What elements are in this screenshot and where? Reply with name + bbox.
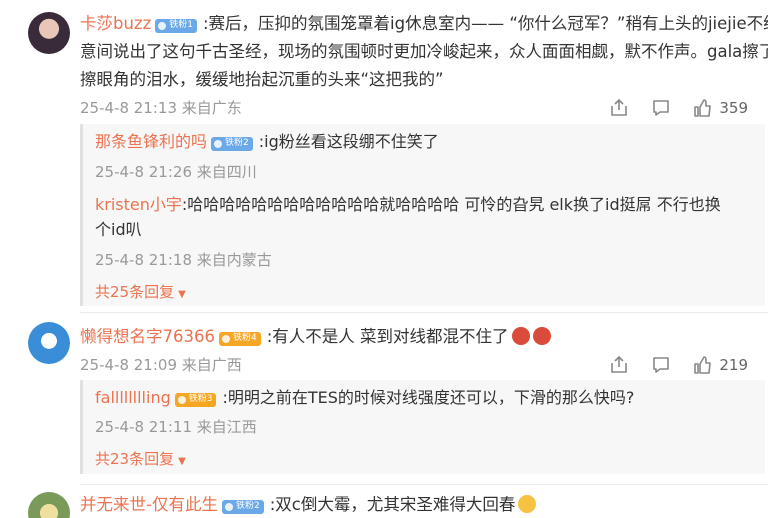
more-replies-label: 共25条回复	[95, 283, 175, 301]
comment-text-line: 并无来世-仅有此生 铁粉2 :双c倒大霉，尤其宋圣难得大回春	[80, 492, 537, 517]
share-icon[interactable]	[609, 355, 629, 375]
share-icon[interactable]	[609, 98, 629, 118]
reply-text: :哈哈哈哈哈哈哈哈哈哈哈哈就哈哈哈哈 可怜的旮旯 elk换了id挺屌 不行也换	[181, 195, 721, 214]
divider	[80, 484, 768, 485]
comment-username[interactable]: 懒得想名字76366	[80, 327, 215, 346]
more-replies-link[interactable]: 共23条回复 ▼	[95, 448, 186, 469]
chevron-down-icon: ▼	[178, 456, 186, 467]
chevron-down-icon: ▼	[178, 289, 186, 300]
more-replies-label: 共23条回复	[95, 450, 175, 468]
reply-username[interactable]: kristen小宇	[95, 195, 182, 214]
like-icon[interactable]	[693, 355, 713, 375]
fan-badge: 铁粉3	[174, 393, 217, 407]
comment-username[interactable]: 并无来世-仅有此生	[80, 495, 218, 514]
reply-list: 那条鱼锋利的吗 铁粉2 :ig粉丝看这段绷不住笑了 25-4-8 21:26 来自四…	[80, 124, 765, 306]
comment-text: 意间说出了这句千古圣经，现场的氛围顿时更加冷峻起来，众人面面相觑，默不作声。ga…	[80, 42, 768, 61]
comment-text: 擦眼角的泪水，缓缓地抬起沉重的头来“这把我的”	[80, 70, 444, 89]
divider	[80, 312, 768, 313]
fan-badge: 铁粉2	[211, 137, 253, 151]
emoji-icon	[532, 327, 551, 345]
reply-text: :明明之前在TES的时候对线强度还可以，下滑的那么快吗?	[222, 388, 635, 407]
fan-badge: 铁粉1	[155, 19, 197, 33]
reply-text: 个id叭	[95, 220, 142, 239]
comment-text-line: 卡莎buzz 铁粉1 :赛后，压抑的氛围笼罩着ig休息室内—— “你什么冠军？”稍有…	[80, 11, 768, 36]
comment-icon[interactable]	[651, 98, 671, 118]
comment-text: :双c倒大霉，尤其宋圣难得大回春	[269, 495, 516, 514]
reply-item: 那条鱼锋利的吗 铁粉2 :ig粉丝看这段绷不住笑了	[95, 129, 439, 154]
reply-meta: 25-4-8 21:26 来自四川	[95, 163, 257, 181]
comment-actions: 219	[587, 353, 748, 377]
avatar[interactable]	[28, 12, 70, 54]
emoji-icon	[518, 495, 537, 513]
reply-list: falllllllling 铁粉3 :明明之前在TES的时候对线强度还可以，下滑的那…	[80, 380, 765, 474]
more-replies-link[interactable]: 共25条回复 ▼	[95, 281, 186, 302]
comment-item: 懒得想名字76366 铁粉4 :有人不是人 菜到对线都混不住了 25-4-8 21:…	[0, 316, 768, 486]
like-icon[interactable]	[693, 98, 713, 118]
comment-meta: 25-4-8 21:09 来自广西	[80, 356, 242, 374]
comment-text: :赛后，压抑的氛围笼罩着ig休息室内—— “你什么冠军？”稍有上头的jiejie…	[203, 14, 768, 33]
reply-item: falllllllling 铁粉3 :明明之前在TES的时候对线强度还可以，下滑的那…	[95, 385, 634, 410]
like-count: 359	[719, 99, 748, 117]
avatar[interactable]	[28, 492, 70, 518]
comment-username[interactable]: 卡莎buzz	[80, 14, 151, 33]
reply-username[interactable]: 那条鱼锋利的吗	[95, 132, 207, 151]
comment-text-line: 懒得想名字76366 铁粉4 :有人不是人 菜到对线都混不住了	[80, 324, 551, 349]
like-count: 219	[719, 356, 748, 374]
reply-item: kristen小宇:哈哈哈哈哈哈哈哈哈哈哈哈就哈哈哈哈 可怜的旮旯 elk换了i…	[95, 192, 721, 217]
comment-text: :有人不是人 菜到对线都混不住了	[266, 327, 509, 346]
reply-meta: 25-4-8 21:18 来自内蒙古	[95, 251, 272, 269]
emoji-icon	[511, 327, 530, 345]
reply-meta: 25-4-8 21:11 来自江西	[95, 418, 257, 436]
fan-badge: 铁粉2	[221, 500, 264, 514]
reply-text: :ig粉丝看这段绷不住笑了	[258, 132, 439, 151]
comment-item: 卡莎buzz 铁粉1 :赛后，压抑的氛围笼罩着ig休息室内—— “你什么冠军？”稍有…	[0, 0, 768, 310]
comment-actions: 359	[587, 96, 748, 120]
comment-meta: 25-4-8 21:13 来自广东	[80, 99, 242, 117]
avatar[interactable]	[28, 322, 70, 364]
fan-badge: 铁粉4	[219, 332, 261, 346]
comment-item: 并无来世-仅有此生 铁粉2 :双c倒大霉，尤其宋圣难得大回春	[0, 488, 768, 518]
comment-icon[interactable]	[651, 355, 671, 375]
reply-username[interactable]: falllllllling	[95, 388, 171, 407]
